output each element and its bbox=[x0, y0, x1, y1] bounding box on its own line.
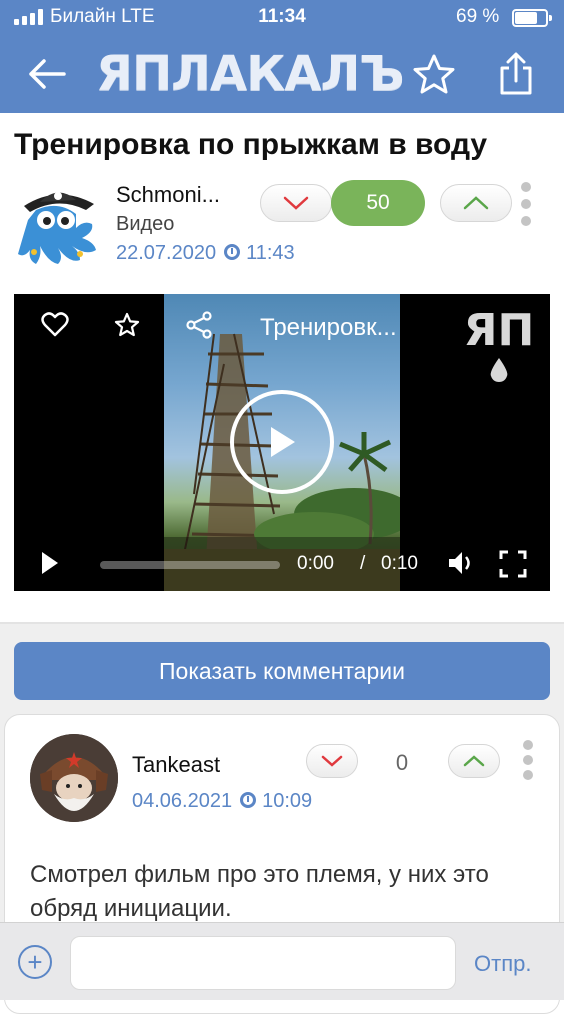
site-logo[interactable]: ЯПЛАКАЛЪ bbox=[96, 46, 405, 102]
arrow-left-icon[interactable] bbox=[24, 52, 68, 96]
more-vertical-icon[interactable] bbox=[522, 740, 534, 780]
comment-author-avatar[interactable] bbox=[30, 734, 118, 822]
comment-input[interactable] bbox=[70, 936, 456, 990]
post-rating-badge: 50 bbox=[331, 180, 425, 226]
clock-icon bbox=[240, 792, 257, 808]
play-icon bbox=[271, 427, 295, 457]
yp-watermark-logo: ЯП bbox=[458, 305, 540, 382]
heart-icon[interactable] bbox=[40, 310, 70, 340]
post-category[interactable]: Видео bbox=[116, 213, 174, 236]
vote-up-button[interactable] bbox=[440, 184, 512, 222]
clock-icon bbox=[224, 244, 241, 260]
post-title: Тренировка по прыжкам в воду bbox=[14, 128, 488, 161]
video-duration: 0:10 bbox=[381, 553, 418, 574]
fullscreen-icon[interactable] bbox=[498, 549, 528, 579]
comment-time-value: 10:09 bbox=[262, 790, 313, 812]
post-date-value: 22.07.2020 bbox=[116, 242, 217, 264]
more-vertical-icon[interactable] bbox=[520, 182, 532, 226]
post-date: 22.07.2020 11:43 bbox=[116, 242, 295, 265]
chevron-down-icon bbox=[321, 755, 343, 767]
star-icon[interactable] bbox=[112, 310, 142, 340]
share-icon[interactable] bbox=[494, 52, 538, 96]
chevron-down-icon bbox=[283, 196, 309, 210]
play-button[interactable] bbox=[230, 390, 334, 494]
comment-vote-up-button[interactable] bbox=[448, 744, 500, 778]
chevron-up-icon bbox=[463, 196, 489, 210]
video-progress-bar[interactable] bbox=[100, 561, 280, 569]
comment-vote-down-button[interactable] bbox=[306, 744, 358, 778]
comment-date-value: 04.06.2021 bbox=[132, 790, 233, 812]
comment-date: 04.06.2021 10:09 bbox=[132, 790, 312, 813]
battery-percent: 69 % bbox=[456, 6, 500, 27]
plus-circle-icon[interactable]: + bbox=[18, 945, 52, 979]
play-icon[interactable] bbox=[38, 550, 68, 580]
share-icon[interactable] bbox=[184, 310, 214, 340]
video-player[interactable]: Тренировк... ЯП 0:00 / 0:10 bbox=[14, 294, 550, 591]
star-outline-icon[interactable] bbox=[412, 52, 456, 96]
watermark-text: ЯП bbox=[463, 305, 535, 356]
current-time: 0:00 bbox=[297, 553, 334, 574]
show-comments-button[interactable]: Показать комментарии bbox=[14, 642, 550, 700]
comment-rating: 0 bbox=[395, 750, 409, 775]
post-author[interactable]: Schmoni... bbox=[116, 182, 220, 208]
comment-author[interactable]: Tankeast bbox=[132, 752, 220, 778]
author-avatar[interactable] bbox=[14, 180, 102, 268]
time-separator: / bbox=[360, 553, 366, 574]
post-time-value: 11:43 bbox=[246, 242, 295, 264]
app-header: Билайн LTE 11:34 69 % ЯПЛАКАЛЪ bbox=[0, 0, 564, 113]
video-title: Тренировк... bbox=[260, 314, 397, 341]
send-button[interactable]: Отпр. bbox=[474, 951, 531, 977]
video-controls: 0:00 / 0:10 bbox=[14, 537, 550, 591]
comment-input-bar: + Отпр. bbox=[0, 922, 564, 1000]
status-bar: Билайн LTE 11:34 69 % bbox=[0, 0, 564, 36]
chevron-up-icon bbox=[463, 755, 485, 767]
vote-down-button[interactable] bbox=[260, 184, 332, 222]
nav-bar: ЯПЛАКАЛЪ bbox=[0, 36, 564, 113]
volume-icon[interactable] bbox=[446, 549, 476, 579]
comment-text: Смотрел фильм про это племя, у них это о… bbox=[30, 861, 489, 922]
battery-icon bbox=[512, 9, 552, 27]
